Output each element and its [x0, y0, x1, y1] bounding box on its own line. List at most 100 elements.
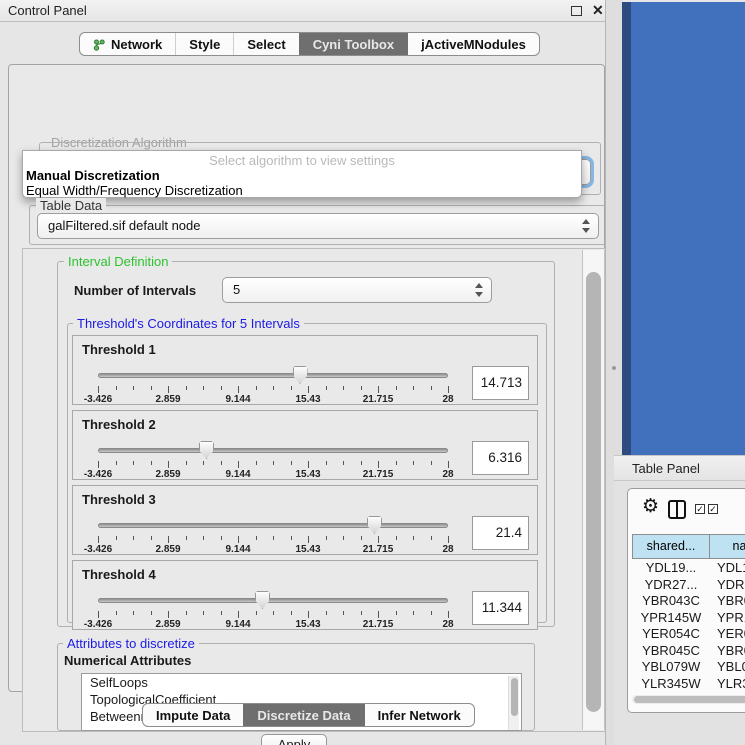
close-icon[interactable]: ✕: [592, 2, 604, 19]
gear-icon[interactable]: ⚙: [642, 495, 659, 517]
table-data-combobox[interactable]: galFiltered.sif default node: [37, 213, 599, 239]
number-of-intervals-label: Number of Intervals: [74, 283, 196, 298]
cell-name[interactable]: YPR1: [710, 610, 745, 627]
tab-jactivemnodules[interactable]: jActiveMNodules: [407, 33, 539, 55]
threshold-label: Threshold 2: [82, 417, 156, 432]
popup-option-equal-width[interactable]: Equal Width/Frequency Discretization: [26, 183, 243, 198]
cell-name[interactable]: YLR3: [710, 676, 745, 693]
tick-label: 2.859: [155, 619, 180, 630]
table-row[interactable]: YDR27...YDR2: [632, 577, 745, 594]
table-row[interactable]: YER054CYER0: [632, 626, 745, 643]
number-of-intervals-combobox[interactable]: 5: [222, 277, 492, 303]
slider-thumb[interactable]: [255, 591, 270, 609]
divider-handle[interactable]: [612, 366, 616, 370]
tab-label: jActiveMNodules: [421, 37, 526, 52]
checkbox-icon[interactable]: ✓: [695, 504, 705, 514]
tab-impute-data[interactable]: Impute Data: [143, 704, 243, 726]
table-rows: YDL19...YDL1YDR27...YDR2YBR043CYBR0YPR14…: [632, 560, 745, 696]
interval-definition-title: Interval Definition: [64, 254, 172, 269]
cell-name[interactable]: YDR2: [710, 577, 745, 594]
node-table: ⚙ ✓ ✓ shared... na YDL19...YDL1YDR27...Y…: [627, 488, 745, 713]
float-window-icon[interactable]: [571, 6, 582, 16]
panel-title: Control Panel: [8, 3, 87, 18]
table-row[interactable]: YBL079WYBL0: [632, 659, 745, 676]
table-row[interactable]: YBR043CYBR0: [632, 593, 745, 610]
cell-shared-name[interactable]: YPR145W: [632, 610, 710, 627]
scrollbar-thumb[interactable]: [586, 272, 601, 712]
cell-shared-name[interactable]: YBR043C: [632, 593, 710, 610]
tick-label: 21.715: [363, 394, 394, 405]
cell-name[interactable]: YBL0: [710, 659, 745, 676]
threshold-slider[interactable]: -3.4262.8599.14415.4321.71528: [98, 514, 448, 554]
slider-track[interactable]: [98, 523, 448, 528]
tab-infer-network[interactable]: Infer Network: [364, 704, 474, 726]
table-header-row: shared... na: [632, 534, 745, 559]
cell-shared-name[interactable]: YLR345W: [632, 676, 710, 693]
threshold-panels: Threshold 1 -3.4262.8599.14415.4321.7152…: [72, 335, 538, 635]
threshold-panel: Threshold 1 -3.4262.8599.14415.4321.7152…: [72, 335, 538, 405]
threshold-slider[interactable]: -3.4262.8599.14415.4321.71528: [98, 364, 448, 404]
threshold-value-field[interactable]: 11.344: [472, 591, 529, 625]
threshold-slider[interactable]: -3.4262.8599.14415.4321.71528: [98, 589, 448, 629]
slider-thumb[interactable]: [293, 366, 308, 384]
tab-label: Infer Network: [378, 708, 461, 723]
tick-label: -3.426: [84, 544, 112, 555]
threshold-value-field[interactable]: 6.316: [472, 441, 529, 475]
attribute-list-item[interactable]: SelfLoops: [82, 674, 521, 691]
threshold-panel: Threshold 2 -3.4262.8599.14415.4321.7152…: [72, 410, 538, 480]
slider-thumb[interactable]: [367, 516, 382, 534]
apply-button[interactable]: Apply: [261, 734, 327, 745]
column-header-name[interactable]: na: [710, 534, 745, 559]
tab-label: Cyni Toolbox: [313, 37, 394, 52]
horizontal-scrollbar[interactable]: [632, 695, 745, 704]
tick-label: -3.426: [84, 394, 112, 405]
cell-shared-name[interactable]: YBR045C: [632, 643, 710, 660]
scrollbar-thumb[interactable]: [634, 696, 745, 703]
tick-label: 28: [442, 619, 453, 630]
popup-option-manual-discretization[interactable]: Manual Discretization: [26, 168, 160, 183]
cell-name[interactable]: YBR0: [710, 593, 745, 610]
slider-track[interactable]: [98, 598, 448, 603]
threshold-panel: Threshold 4 -3.4262.8599.14415.4321.7152…: [72, 560, 538, 630]
slider-thumb[interactable]: [199, 441, 214, 459]
threshold-label: Threshold 1: [82, 342, 156, 357]
stepper-icon: [581, 219, 590, 233]
list-scrollbar[interactable]: [508, 676, 519, 730]
slider-track[interactable]: [98, 373, 448, 378]
tab-label: Impute Data: [156, 708, 230, 723]
cell-shared-name[interactable]: YBL079W: [632, 659, 710, 676]
threshold-value-field[interactable]: 14.713: [472, 366, 529, 400]
checkbox-icon[interactable]: ✓: [708, 504, 718, 514]
vertical-scrollbar[interactable]: [582, 250, 605, 730]
threshold-label: Threshold 3: [82, 492, 156, 507]
cell-name[interactable]: YDL1: [710, 560, 745, 577]
tab-label: Network: [111, 37, 162, 52]
column-header-shared-name[interactable]: shared...: [632, 534, 710, 559]
tick-label: 21.715: [363, 469, 394, 480]
split-view-icon[interactable]: [668, 500, 686, 519]
tab-discretize-data[interactable]: Discretize Data: [243, 704, 363, 726]
table-row[interactable]: YDL19...YDL1: [632, 560, 745, 577]
cell-name[interactable]: YBR0: [710, 643, 745, 660]
tick-label: 9.144: [225, 394, 250, 405]
threshold-value-field[interactable]: 21.4: [472, 516, 529, 550]
scrollbar-thumb[interactable]: [511, 678, 518, 716]
threshold-slider[interactable]: -3.4262.8599.14415.4321.71528: [98, 439, 448, 479]
cell-shared-name[interactable]: YER054C: [632, 626, 710, 643]
table-row[interactable]: YLR345WYLR3: [632, 676, 745, 693]
table-row[interactable]: YPR145WYPR1: [632, 610, 745, 627]
number-of-intervals-value: 5: [233, 282, 240, 297]
cell-shared-name[interactable]: YDR27...: [632, 577, 710, 594]
table-row[interactable]: YBR045CYBR0: [632, 643, 745, 660]
tab-style[interactable]: Style: [175, 33, 233, 55]
tab-select[interactable]: Select: [233, 33, 298, 55]
tick-label: 9.144: [225, 544, 250, 555]
tab-cyni-toolbox[interactable]: Cyni Toolbox: [299, 33, 407, 55]
table-panel-title: Table Panel: [632, 461, 700, 476]
cell-name[interactable]: YER0: [710, 626, 745, 643]
table-data-group-title: Table Data: [36, 198, 106, 213]
slider-track[interactable]: [98, 448, 448, 453]
tick-label: 28: [442, 394, 453, 405]
tab-network[interactable]: Network: [80, 33, 175, 55]
cell-shared-name[interactable]: YDL19...: [632, 560, 710, 577]
